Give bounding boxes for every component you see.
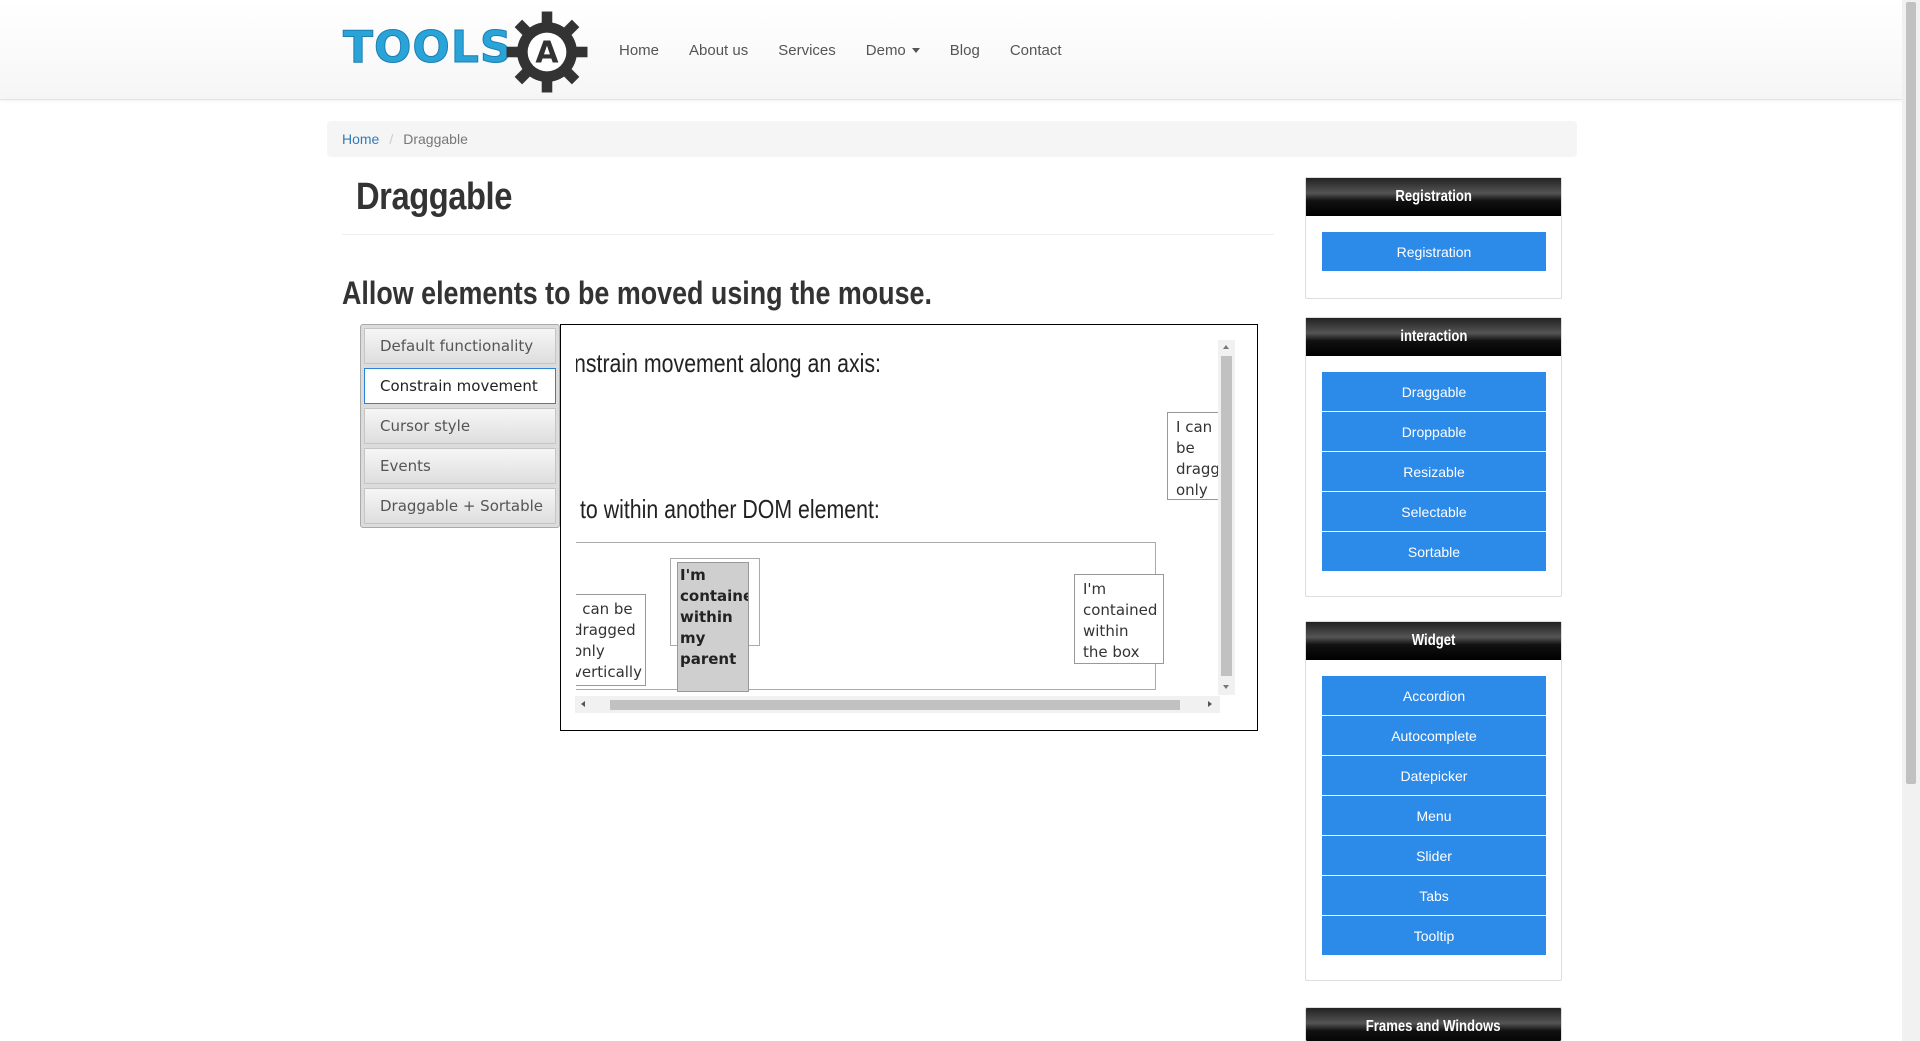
- box-contained-draggable[interactable]: I'm contained within the box: [1074, 574, 1164, 664]
- parent-contained-draggable[interactable]: I'm contained within my parent: [677, 562, 749, 692]
- vertical-draggable[interactable]: I can be dragged only vertically: [576, 594, 646, 686]
- sidebar-item-registration[interactable]: Registration: [1322, 232, 1546, 272]
- sidebar-item-accordion[interactable]: Accordion: [1322, 676, 1546, 716]
- frame-horizontal-scroll-thumb[interactable]: [610, 700, 1180, 710]
- page-scrollbar[interactable]: [1902, 0, 1920, 1041]
- nav-blog[interactable]: Blog: [935, 42, 995, 59]
- sidebar-item-datepicker[interactable]: Datepicker: [1322, 756, 1546, 796]
- page-subtitle: Allow elements to be moved using the mou…: [342, 275, 932, 311]
- breadcrumb-separator: /: [389, 131, 394, 147]
- toolsqa-logo[interactable]: TOOLS A: [343, 8, 588, 94]
- sidebar-item-draggable[interactable]: Draggable: [1322, 372, 1546, 412]
- panel-title: Frames and Windows: [1306, 1008, 1561, 1041]
- frame-vertical-scroll-thumb[interactable]: [1221, 356, 1232, 676]
- scroll-left-icon: [581, 701, 585, 707]
- sidebar-item-tabs[interactable]: Tabs: [1322, 876, 1546, 916]
- panel-title-text: Widget: [1411, 632, 1456, 649]
- sidebar-item-slider[interactable]: Slider: [1322, 836, 1546, 876]
- nav-about-us[interactable]: About us: [674, 42, 763, 59]
- nav-contact[interactable]: Contact: [995, 42, 1077, 59]
- title-divider: [342, 234, 1274, 235]
- breadcrumb-home-link[interactable]: Home: [342, 131, 379, 147]
- nav-menu: Home About us Services Demo Blog Contact: [604, 0, 1077, 100]
- frame-horizontal-scrollbar[interactable]: [575, 696, 1220, 713]
- nav-services[interactable]: Services: [763, 42, 851, 59]
- page-scroll-thumb[interactable]: [1906, 2, 1916, 784]
- axis-heading: nstrain movement along an axis:: [576, 348, 881, 378]
- tab-draggable-sortable[interactable]: Draggable + Sortable: [364, 488, 556, 524]
- breadcrumb-current: Draggable: [403, 131, 468, 147]
- sidebar-item-menu[interactable]: Menu: [1322, 796, 1546, 836]
- gear-icon: A: [506, 11, 588, 93]
- panel-title-text: interaction: [1399, 328, 1468, 345]
- scroll-up-icon: [1223, 345, 1229, 349]
- panel-title: Widget: [1306, 622, 1561, 660]
- top-navbar: TOOLS A Home About us Services Demo Blog…: [0, 0, 1902, 100]
- scroll-right-icon: [1208, 701, 1212, 707]
- demo-frame-viewport: nstrain movement along an axis: I can be…: [576, 340, 1226, 700]
- panel-title: Registration: [1306, 178, 1561, 216]
- tab-events[interactable]: Events: [364, 448, 556, 484]
- logo-text: TOOLS: [343, 22, 513, 73]
- sidebar-item-tooltip[interactable]: Tooltip: [1322, 916, 1546, 956]
- sidebar-panel-widget: Widget Accordion Autocomplete Datepicker…: [1305, 621, 1562, 981]
- nav-home[interactable]: Home: [604, 42, 674, 59]
- panel-title-text: Frames and Windows: [1366, 1018, 1501, 1035]
- tab-cursor-style[interactable]: Cursor style: [364, 408, 556, 444]
- containment-wrapper: [576, 542, 1156, 690]
- demo-tabs: Default functionality Constrain movement…: [360, 324, 560, 528]
- sidebar-panel-registration: Registration Registration: [1305, 177, 1562, 299]
- sidebar-item-sortable[interactable]: Sortable: [1322, 532, 1546, 572]
- logo-letter: A: [535, 36, 558, 71]
- sidebar-item-resizable[interactable]: Resizable: [1322, 452, 1546, 492]
- caret-down-icon: [911, 47, 920, 53]
- demo-frame: nstrain movement along an axis: I can be…: [560, 324, 1258, 731]
- sidebar-item-autocomplete[interactable]: Autocomplete: [1322, 716, 1546, 756]
- sidebar-panel-interaction: interaction Draggable Droppable Resizabl…: [1305, 317, 1562, 597]
- panel-title: interaction: [1306, 318, 1561, 356]
- page-title: Draggable: [356, 176, 512, 218]
- sidebar-item-droppable[interactable]: Droppable: [1322, 412, 1546, 452]
- tab-default-functionality[interactable]: Default functionality: [364, 328, 556, 364]
- frame-vertical-scrollbar[interactable]: [1218, 340, 1235, 695]
- dom-heading: to within another DOM element:: [580, 494, 880, 524]
- scroll-down-icon: [1223, 685, 1229, 689]
- nav-demo[interactable]: Demo: [851, 42, 935, 59]
- panel-title-text: Registration: [1395, 188, 1472, 205]
- nav-demo-label: Demo: [865, 41, 906, 59]
- breadcrumb: Home / Draggable: [327, 121, 1577, 157]
- tab-constrain-movement[interactable]: Constrain movement: [364, 368, 556, 404]
- sidebar-item-selectable[interactable]: Selectable: [1322, 492, 1546, 532]
- sidebar-panel-frames-and-windows: Frames and Windows: [1305, 1007, 1562, 1041]
